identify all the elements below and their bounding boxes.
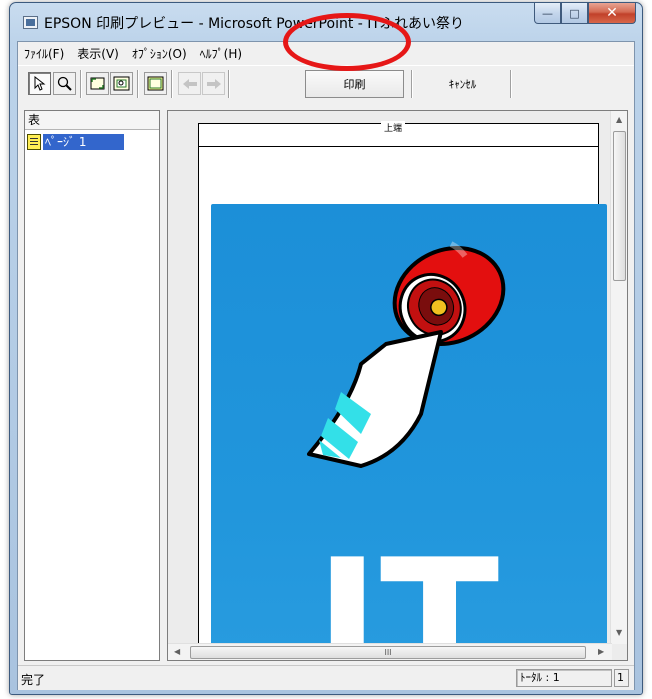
actual-size-button[interactable] <box>110 72 133 95</box>
toolbar-separator <box>80 70 82 98</box>
menu-view[interactable]: 表示(V) <box>77 45 119 62</box>
cursor-arrow-icon <box>34 76 46 91</box>
fit-page-button[interactable] <box>86 72 109 95</box>
page-frame-icon <box>147 76 164 91</box>
select-tool-button[interactable] <box>28 72 51 95</box>
page-document-icon <box>27 134 41 150</box>
horizontal-scroll-thumb[interactable]: III <box>190 646 586 659</box>
toolbar-separator <box>510 70 512 98</box>
close-icon: ✕ <box>606 5 618 21</box>
fit-page-icon <box>90 77 105 90</box>
wind-chime-illustration: IT <box>307 241 506 661</box>
toolbar: 印刷 ｷｬﾝｾﾙ <box>18 65 634 102</box>
page-list-pane: 表 ﾍﾟｰｼﾞ 1 <box>24 110 160 661</box>
close-button[interactable]: ✕ <box>588 3 636 24</box>
maximize-icon: □ <box>569 6 580 20</box>
menu-file[interactable]: ﾌｧｲﾙ(F) <box>24 45 64 62</box>
next-page-button[interactable] <box>202 72 225 95</box>
page-list-header: 表 <box>25 111 159 130</box>
magnifier-icon <box>57 76 72 91</box>
page-header-margin: 上端 <box>198 121 599 147</box>
toolbar-separator <box>228 70 230 98</box>
window-title: EPSON 印刷プレビュー - Microsoft PowerPoint - I… <box>44 16 464 32</box>
page-list-item[interactable]: ﾍﾟｰｼﾞ 1 <box>27 133 142 151</box>
actual-size-icon <box>113 76 130 91</box>
maximize-button[interactable]: □ <box>561 3 588 24</box>
toolbar-separator <box>171 70 173 98</box>
vertical-scroll-thumb[interactable] <box>613 131 626 281</box>
vertical-scrollbar[interactable]: ▲ ▼ <box>610 111 627 644</box>
menu-help[interactable]: ﾍﾙﾌﾟ(H) <box>200 45 242 62</box>
minimize-icon: — <box>542 6 553 20</box>
scroll-left-icon[interactable]: ◀ <box>174 647 180 656</box>
page-frame-button[interactable] <box>144 72 167 95</box>
scroll-right-icon[interactable]: ▶ <box>598 647 604 656</box>
toolbar-separator <box>411 70 413 98</box>
print-preview-area[interactable]: 上端 IT ▲ ▼ ◀ III ▶ <box>167 110 628 661</box>
minimize-button[interactable]: — <box>534 3 561 24</box>
cancel-button[interactable]: ｷｬﾝｾﾙ <box>417 70 508 98</box>
client-area: ﾌｧｲﾙ(F) 表示(V) ｵﾌﾟｼｮﾝ(O) ﾍﾙﾌﾟ(H) 印刷 ｷｬﾝｾﾙ… <box>17 41 635 690</box>
status-page-number: 1 <box>614 669 629 687</box>
header-margin-label: 上端 <box>381 121 406 134</box>
status-text: 完了 <box>21 673 46 687</box>
slide-title-text: IT <box>315 523 500 661</box>
status-total-pages: ﾄｰﾀﾙ : 1 <box>516 669 612 687</box>
scroll-down-icon[interactable]: ▼ <box>616 628 622 637</box>
scroll-up-icon[interactable]: ▲ <box>616 115 622 124</box>
page-list-item-label: ﾍﾟｰｼﾞ 1 <box>43 134 125 150</box>
zoom-button[interactable] <box>53 72 76 95</box>
application-window: EPSON 印刷プレビュー - Microsoft PowerPoint - I… <box>9 2 643 695</box>
title-bar[interactable]: EPSON 印刷プレビュー - Microsoft PowerPoint - I… <box>10 3 642 39</box>
caption-buttons: — □ ✕ <box>534 3 636 25</box>
horizontal-scrollbar[interactable]: ◀ III ▶ <box>168 643 612 660</box>
print-button[interactable]: 印刷 <box>305 70 404 98</box>
menu-bar: ﾌｧｲﾙ(F) 表示(V) ｵﾌﾟｼｮﾝ(O) ﾍﾙﾌﾟ(H) <box>18 42 634 64</box>
arrow-right-icon <box>206 78 221 89</box>
prev-page-button[interactable] <box>178 72 201 95</box>
status-bar: 完了 ﾄｰﾀﾙ : 1 1 <box>18 665 634 690</box>
toolbar-separator <box>137 70 139 98</box>
menu-options[interactable]: ｵﾌﾟｼｮﾝ(O) <box>132 45 187 62</box>
slide-image: IT <box>211 204 607 661</box>
arrow-left-icon <box>182 78 197 89</box>
app-icon[interactable] <box>23 16 38 29</box>
preview-page: IT <box>198 146 607 660</box>
